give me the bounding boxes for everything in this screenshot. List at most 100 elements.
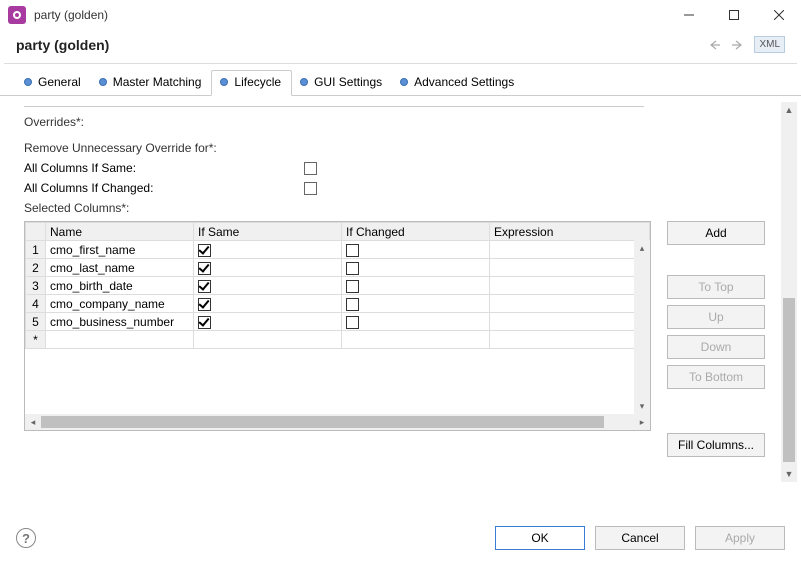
table-buttons: Add To Top Up Down To Bottom Fill Column… [667, 221, 765, 457]
checkbox-icon[interactable] [198, 316, 211, 329]
scroll-thumb[interactable] [783, 298, 795, 462]
table-row[interactable]: 1cmo_first_name [26, 241, 650, 259]
help-icon[interactable]: ? [16, 528, 36, 548]
selected-columns-label: Selected Columns*: [24, 201, 129, 215]
tab-lifecycle[interactable]: Lifecycle [211, 70, 292, 96]
fill-columns-button[interactable]: Fill Columns... [667, 433, 765, 457]
tab-master-matching[interactable]: Master Matching [91, 71, 212, 95]
row-number: 5 [26, 313, 46, 331]
ok-button[interactable]: OK [495, 526, 585, 550]
page-title: party (golden) [16, 37, 702, 53]
checkbox-icon[interactable] [198, 244, 211, 257]
cell-expression[interactable] [490, 277, 650, 295]
cell-if-same[interactable] [194, 295, 342, 313]
cell-if-same[interactable] [194, 313, 342, 331]
nav-back-icon[interactable] [704, 37, 724, 53]
cell-if-changed[interactable] [342, 277, 490, 295]
table-row[interactable]: 3cmo_birth_date [26, 277, 650, 295]
tabs: General Master Matching Lifecycle GUI Se… [0, 64, 801, 96]
cell-expression[interactable] [490, 259, 650, 277]
cell-if-same[interactable] [194, 241, 342, 259]
tab-label: Lifecycle [234, 75, 281, 89]
hscroll-thumb[interactable] [41, 416, 604, 428]
scroll-right-icon[interactable]: ▸ [634, 414, 650, 430]
all-columns-if-same-checkbox[interactable] [304, 162, 317, 175]
tab-label: General [38, 75, 81, 89]
header: party (golden) XML [0, 30, 801, 63]
col-if-same[interactable]: If Same [194, 223, 342, 241]
cell-name[interactable]: cmo_company_name [46, 295, 194, 313]
checkbox-icon[interactable] [198, 280, 211, 293]
scroll-left-icon[interactable]: ◂ [25, 414, 41, 430]
row-number: 3 [26, 277, 46, 295]
tab-advanced-settings[interactable]: Advanced Settings [392, 71, 524, 95]
table-vertical-scrollbar[interactable]: ▴ ▾ [634, 240, 650, 414]
cell-if-same[interactable] [194, 277, 342, 295]
up-button[interactable]: Up [667, 305, 765, 329]
cell-if-changed[interactable] [342, 313, 490, 331]
checkbox-icon[interactable] [346, 298, 359, 311]
bullet-icon [220, 78, 228, 86]
xml-button[interactable]: XML [754, 36, 785, 53]
nav-forward-icon[interactable] [728, 37, 748, 53]
scroll-down-icon[interactable]: ▾ [634, 398, 650, 414]
to-top-button[interactable]: To Top [667, 275, 765, 299]
content-scrollbar[interactable]: ▲ ▼ [781, 102, 797, 482]
checkbox-icon[interactable] [346, 316, 359, 329]
content: ▲ ▼ Overrides*: Remove Unnecessary Overr… [0, 96, 801, 488]
add-button[interactable]: Add [667, 221, 765, 245]
table-row[interactable]: 4cmo_company_name [26, 295, 650, 313]
row-header-blank [26, 223, 46, 241]
cell-expression[interactable] [490, 295, 650, 313]
all-columns-if-same-label: All Columns If Same: [24, 161, 304, 175]
row-number: 4 [26, 295, 46, 313]
tab-gui-settings[interactable]: GUI Settings [292, 71, 392, 95]
table-row[interactable]: 2cmo_last_name [26, 259, 650, 277]
tab-general[interactable]: General [16, 71, 91, 95]
all-columns-if-changed-label: All Columns If Changed: [24, 181, 304, 195]
cell-expression[interactable] [490, 313, 650, 331]
cancel-button[interactable]: Cancel [595, 526, 685, 550]
cell-expression[interactable] [490, 241, 650, 259]
checkbox-icon[interactable] [198, 298, 211, 311]
apply-button[interactable]: Apply [695, 526, 785, 550]
bullet-icon [300, 78, 308, 86]
app-icon [8, 6, 26, 24]
cell-if-changed[interactable] [342, 241, 490, 259]
cell-name[interactable]: cmo_business_number [46, 313, 194, 331]
col-if-changed[interactable]: If Changed [342, 223, 490, 241]
scroll-down-icon[interactable]: ▼ [781, 466, 797, 482]
table-horizontal-scrollbar[interactable]: ◂ ▸ [25, 414, 650, 430]
table-new-row[interactable]: * [26, 331, 650, 349]
remove-unnecessary-label: Remove Unnecessary Override for*: [24, 141, 217, 155]
cell-name[interactable]: cmo_first_name [46, 241, 194, 259]
down-button[interactable]: Down [667, 335, 765, 359]
bullet-icon [99, 78, 107, 86]
cell-if-changed[interactable] [342, 295, 490, 313]
col-name[interactable]: Name [46, 223, 194, 241]
all-columns-if-changed-checkbox[interactable] [304, 182, 317, 195]
checkbox-icon[interactable] [346, 280, 359, 293]
titlebar: party (golden) [0, 0, 801, 30]
tab-label: Master Matching [113, 75, 202, 89]
checkbox-icon[interactable] [346, 262, 359, 275]
cell-if-same[interactable] [194, 259, 342, 277]
minimize-button[interactable] [666, 0, 711, 30]
row-number: 2 [26, 259, 46, 277]
cell-name[interactable]: cmo_birth_date [46, 277, 194, 295]
new-row-marker: * [26, 331, 46, 349]
scroll-up-icon[interactable]: ▲ [781, 102, 797, 118]
columns-table: Name If Same If Changed Expression 1cmo_… [24, 221, 651, 431]
maximize-button[interactable] [711, 0, 756, 30]
scroll-up-icon[interactable]: ▴ [634, 240, 650, 256]
cell-name[interactable]: cmo_last_name [46, 259, 194, 277]
to-bottom-button[interactable]: To Bottom [667, 365, 765, 389]
row-number: 1 [26, 241, 46, 259]
col-expression[interactable]: Expression [490, 223, 650, 241]
table-row[interactable]: 5cmo_business_number [26, 313, 650, 331]
checkbox-icon[interactable] [198, 262, 211, 275]
window-title: party (golden) [34, 8, 666, 22]
cell-if-changed[interactable] [342, 259, 490, 277]
close-button[interactable] [756, 0, 801, 30]
checkbox-icon[interactable] [346, 244, 359, 257]
